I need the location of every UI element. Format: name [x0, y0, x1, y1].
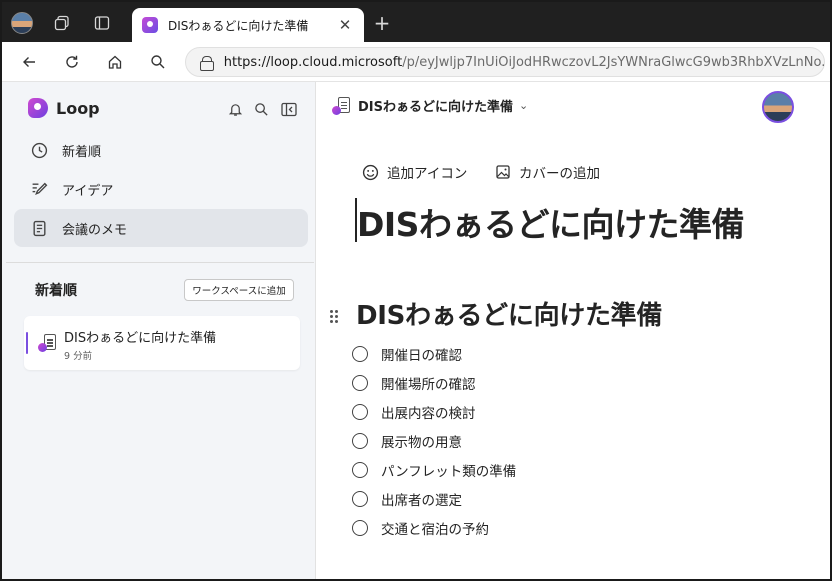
sidebar-item-label: 会議のメモ: [62, 222, 128, 238]
add-to-workspace-button[interactable]: ワークスペースに追加: [184, 279, 294, 301]
task-checkbox[interactable]: [352, 403, 368, 420]
bell-icon[interactable]: [224, 98, 246, 120]
recent-page-time: 9 分前: [64, 351, 93, 362]
task-label[interactable]: 出展内容の検討: [381, 402, 476, 422]
user-avatar[interactable]: [762, 91, 794, 123]
chevron-down-icon[interactable]: ⌄: [519, 99, 528, 112]
breadcrumb[interactable]: DISわぁるどに向けた準備 ⌄: [332, 96, 528, 115]
sidebar-item-recent[interactable]: 新着順: [14, 131, 308, 169]
browser-window: DISわぁるどに向けた準備 ✕ + https://loop.cloud.mic…: [0, 0, 832, 581]
sidebar-item-label: 新着順: [62, 144, 102, 160]
sidebar-divider: [6, 262, 314, 263]
lock-icon[interactable]: [200, 56, 214, 71]
search-icon[interactable]: [145, 49, 171, 75]
loop-page-icon: [38, 334, 56, 352]
active-tab[interactable]: DISわぁるどに向けた準備 ✕: [132, 8, 364, 42]
task-checkbox[interactable]: [352, 490, 368, 507]
task-item: 出席者の選定: [352, 484, 516, 513]
brand[interactable]: Loop: [28, 98, 100, 118]
add-cover-button[interactable]: カバーの追加: [494, 162, 600, 182]
task-item: 開催場所の確認: [352, 368, 516, 397]
close-tab-icon[interactable]: ✕: [336, 16, 354, 34]
task-label[interactable]: 開催日の確認: [381, 344, 462, 364]
collapse-sidebar-icon[interactable]: [278, 98, 300, 120]
add-icon-label: 追加アイコン: [387, 166, 468, 182]
task-checkbox[interactable]: [352, 461, 368, 478]
task-checkbox[interactable]: [352, 432, 368, 449]
task-label[interactable]: 出席者の選定: [381, 489, 462, 509]
new-tab-button[interactable]: +: [368, 10, 396, 36]
sidebar-item-ideas[interactable]: アイデア: [14, 170, 308, 208]
back-arrow-icon[interactable]: [16, 49, 42, 75]
workspaces-icon[interactable]: [48, 10, 76, 36]
url-host: https://loop.cloud.microsoft: [223, 54, 403, 70]
navigation-bar: https://loop.cloud.microsoft /p/eyJwljp7…: [2, 42, 830, 82]
loop-favicon-icon: [142, 17, 158, 33]
recent-page-card[interactable]: DISわぁるどに向けた準備 9 分前: [24, 316, 300, 370]
task-label[interactable]: 展示物の用意: [381, 431, 462, 451]
tab-strip: DISわぁるどに向けた準備 ✕ +: [2, 2, 830, 42]
task-item: 展示物の用意: [352, 426, 516, 455]
add-cover-label: カバーの追加: [519, 166, 600, 182]
selected-indicator: [26, 332, 28, 354]
drag-handle-icon[interactable]: [330, 310, 340, 324]
profile-avatar-icon: [11, 12, 33, 34]
task-item: 出展内容の検討: [352, 397, 516, 426]
notes-icon: [30, 219, 48, 237]
loop-page-icon: [332, 96, 350, 115]
breadcrumb-title: DISわぁるどに向けた準備: [358, 100, 513, 115]
task-checkbox[interactable]: [352, 345, 368, 362]
smiley-icon: [362, 164, 379, 181]
clock-icon: [30, 141, 48, 159]
add-icon-button[interactable]: 追加アイコン: [362, 162, 467, 182]
tab-actions-icon[interactable]: [88, 10, 116, 36]
tab-title: DISわぁるどに向けた準備: [168, 18, 309, 33]
recent-heading: 新着順: [35, 283, 77, 299]
section-heading[interactable]: DISわぁるどに向けた準備: [356, 295, 662, 332]
sidebar-item-meeting-notes[interactable]: 会議のメモ: [14, 209, 308, 247]
home-icon[interactable]: [102, 49, 128, 75]
idea-pen-icon: [30, 180, 48, 198]
loop-logo-icon: [28, 98, 48, 118]
task-list: 開催日の確認 開催場所の確認 出展内容の検討 展示物の用意 パンフレット類の準備…: [352, 339, 516, 542]
task-checkbox[interactable]: [352, 374, 368, 391]
sidebar: Loop 新着順 アイデア 会議のメモ 新着順 ワークスペースに追加 DISわぁ…: [2, 82, 316, 579]
url-path: /p/eyJwljp7InUiOiJodHRwczovL2JsYWNraGlwc…: [402, 54, 824, 70]
browser-profile-button[interactable]: [8, 10, 36, 36]
brand-name: Loop: [56, 98, 100, 118]
task-item: パンフレット類の準備: [352, 455, 516, 484]
task-item: 交通と宿泊の予約: [352, 513, 516, 542]
sidebar-search-icon[interactable]: [250, 98, 272, 120]
task-item: 開催日の確認: [352, 339, 516, 368]
sidebar-item-label: アイデア: [62, 183, 114, 199]
recent-page-title: DISわぁるどに向けた準備: [64, 331, 217, 346]
page-title[interactable]: DISわぁるどに向けた準備: [357, 198, 744, 246]
refresh-icon[interactable]: [59, 49, 85, 75]
address-bar[interactable]: https://loop.cloud.microsoft /p/eyJwljp7…: [185, 47, 825, 77]
page-canvas: DISわぁるどに向けた準備 ⌄ 追加アイコン カバーの追加 DISわぁるどに向け…: [316, 82, 830, 579]
task-label[interactable]: 交通と宿泊の予約: [381, 518, 489, 538]
task-checkbox[interactable]: [352, 519, 368, 536]
image-icon: [494, 164, 511, 181]
task-label[interactable]: パンフレット類の準備: [381, 460, 516, 480]
task-label[interactable]: 開催場所の確認: [381, 373, 476, 393]
